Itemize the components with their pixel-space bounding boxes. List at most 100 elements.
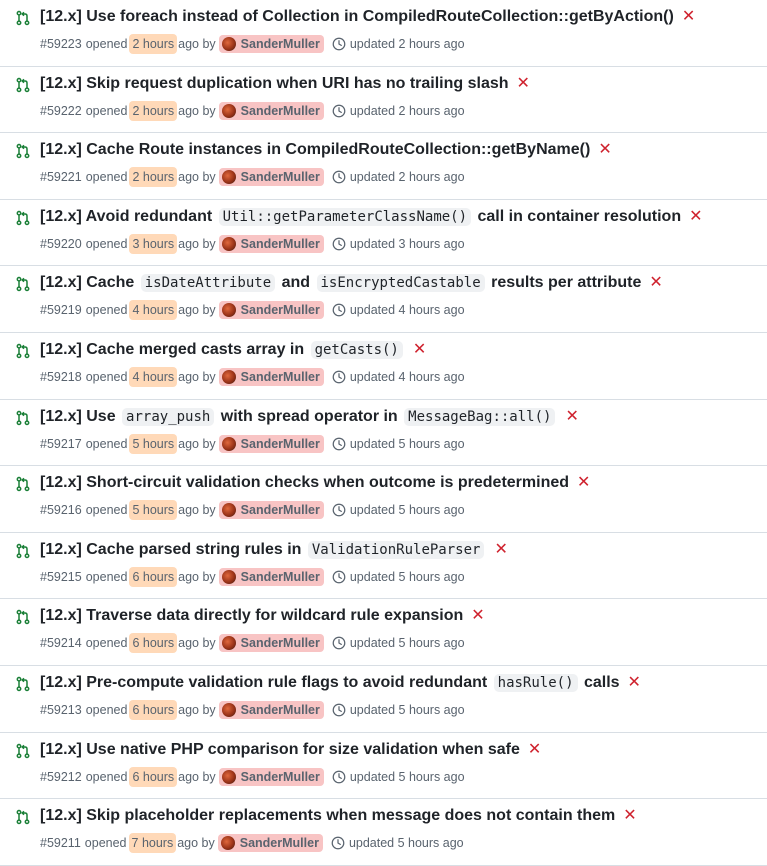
pull-request-row[interactable]: [12.x] Pre-compute validation rule flags… [0,666,767,733]
pull-request-row[interactable]: [12.x] Cache Route instances in Compiled… [0,133,767,200]
title-text: [12.x] Use foreach instead of Collection… [40,8,674,25]
author-link[interactable]: SanderMuller [218,234,324,253]
pull-request-title-link[interactable]: [12.x] Use native PHP comparison for siz… [40,741,520,759]
author-link[interactable]: SanderMuller [218,35,324,53]
pull-request-row[interactable]: [12.x] Skip placeholder replacements whe… [0,799,767,866]
pull-request-number: #59217 [40,436,82,451]
author-name: SanderMuller [240,369,320,384]
pull-request-row[interactable]: [12.x] Cache parsed string rules in Vali… [0,533,767,600]
x-close-icon[interactable]: ✕ [494,541,507,558]
x-close-icon[interactable]: ✕ [623,808,636,824]
pull-request-row[interactable]: [12.x] Use array_push with spread operat… [0,400,767,467]
x-close-icon[interactable]: ✕ [471,608,484,624]
pull-request-title-link[interactable]: [12.x] Cache isDateAttribute and isEncry… [40,274,641,293]
author-link[interactable]: SanderMuller [218,767,324,786]
pull-request-number: #59223 [40,37,82,51]
pull-request-meta: #59222 opened 2 hours ago by SanderMulle… [40,100,465,121]
pull-request-title-link[interactable]: [12.x] Traverse data directly for wildca… [40,607,463,625]
clock-icon [332,370,346,384]
git-pull-request-icon [16,543,30,559]
x-close-icon[interactable]: ✕ [628,674,641,691]
pull-request-list: [12.x] Use foreach instead of Collection… [0,0,767,866]
x-close-icon[interactable]: ✕ [413,341,426,358]
x-close-icon[interactable]: ✕ [682,9,695,25]
pull-request-title-line: [12.x] Skip placeholder replacements whe… [40,807,763,825]
opened-time: 4 hours [129,300,178,321]
updated-time: updated 5 hours ago [349,569,465,584]
author-link[interactable]: SanderMuller [218,567,324,586]
opened-time: 5 hours [129,500,178,521]
clock-icon [332,303,346,317]
author-link[interactable]: SanderMuller [218,168,324,187]
author-name: SanderMuller [240,170,320,185]
x-close-icon[interactable]: ✕ [517,75,530,92]
pull-request-title-link[interactable]: [12.x] Skip placeholder replacements whe… [40,807,615,825]
author-link[interactable]: SanderMuller [218,434,324,453]
author-link[interactable]: SanderMuller [217,834,323,853]
author-link[interactable]: SanderMuller [218,700,324,719]
author-name: SanderMuller [240,303,320,318]
x-close-icon[interactable]: ✕ [689,208,702,225]
pull-request-meta: #59212 opened 6 hours ago by SanderMulle… [40,766,465,787]
clock-icon [332,437,346,450]
title-text: [12.x] Skip placeholder replacements whe… [40,807,616,825]
opened-time: 2 hours [129,167,178,188]
pull-request-title-link[interactable]: [12.x] Use array_push with spread operat… [40,407,557,426]
pull-request-row[interactable]: [12.x] Traverse data directly for wildca… [0,599,767,666]
opened-label: opened [85,503,128,518]
title-code-span: ValidationRuleParser [307,540,485,559]
avatar [221,170,236,185]
pull-request-row[interactable]: [12.x] Short-circuit validation checks w… [0,466,767,533]
author-name: SanderMuller [239,836,319,851]
x-close-icon[interactable]: ✕ [598,142,611,158]
title-text: [12.x] Short-circuit validation checks w… [40,474,570,492]
author-link[interactable]: SanderMuller [218,501,324,520]
avatar [221,303,236,318]
opened-time: 2 hours [129,100,178,121]
pull-request-number: #59213 [40,702,82,717]
pull-request-row[interactable]: [12.x] Cache merged casts array in getCa… [0,333,767,400]
pull-request-title-link[interactable]: [12.x] Cache parsed string rules in Vali… [40,540,486,559]
clock-icon [332,636,346,650]
pull-request-row[interactable]: [12.x] Use foreach instead of Collection… [0,0,767,67]
pull-request-meta: #59220 opened 3 hours ago by SanderMulle… [40,233,465,254]
pull-request-title-link[interactable]: [12.x] Cache merged casts array in getCa… [40,340,405,359]
title-text: [12.x] Avoid redundant [40,207,217,225]
pull-request-row[interactable]: [12.x] Skip request duplication when URI… [0,67,767,134]
pull-request-title-link[interactable]: [12.x] Short-circuit validation checks w… [40,474,569,492]
title-text: [12.x] Cache [40,274,139,292]
author-link[interactable]: SanderMuller [218,301,324,320]
ago-by-label: ago by [178,503,216,518]
author-link[interactable]: SanderMuller [218,101,324,120]
pull-request-number: #59211 [40,836,81,851]
clock-icon [332,703,346,717]
pull-request-title-link[interactable]: [12.x] Use foreach instead of Collection… [40,8,674,26]
pull-request-row[interactable]: [12.x] Use native PHP comparison for siz… [0,733,767,800]
author-link[interactable]: SanderMuller [218,367,324,386]
x-close-icon[interactable]: ✕ [649,275,662,291]
pull-request-title-link[interactable]: [12.x] Pre-compute validation rule flags… [40,673,620,692]
pull-request-row[interactable]: [12.x] Cache isDateAttribute and isEncry… [0,266,767,333]
title-code-span: Util::getParameterClassName() [218,207,472,226]
pull-request-title-link[interactable]: [12.x] Cache Route instances in Compiled… [40,141,590,159]
x-close-icon[interactable]: ✕ [528,741,541,758]
title-text: [12.x] Cache Route instances in Compiled… [40,141,591,159]
pull-request-title-line: [12.x] Cache Route instances in Compiled… [40,141,763,159]
pull-request-row[interactable]: [12.x] Avoid redundant Util::getParamete… [0,200,767,267]
ago-by-label: ago by [178,436,216,451]
opened-time: 5 hours [129,433,178,454]
x-close-icon[interactable]: ✕ [577,475,590,491]
pull-request-meta: #59214 opened 6 hours ago by SanderMulle… [40,633,465,654]
opened-label: opened [85,436,128,451]
title-text: [12.x] Skip request duplication when URI… [40,74,509,92]
pull-request-title-link[interactable]: [12.x] Skip request duplication when URI… [40,75,509,93]
x-close-icon[interactable]: ✕ [565,408,578,425]
pull-request-title-link[interactable]: [12.x] Avoid redundant Util::getParamete… [40,207,681,226]
avatar [221,37,236,51]
avatar [221,569,236,584]
opened-label: opened [85,702,128,717]
author-name: SanderMuller [240,436,320,451]
updated-time: updated 5 hours ago [349,436,465,451]
pull-request-meta: #59215 opened 6 hours ago by SanderMulle… [40,566,465,587]
author-link[interactable]: SanderMuller [218,634,324,653]
